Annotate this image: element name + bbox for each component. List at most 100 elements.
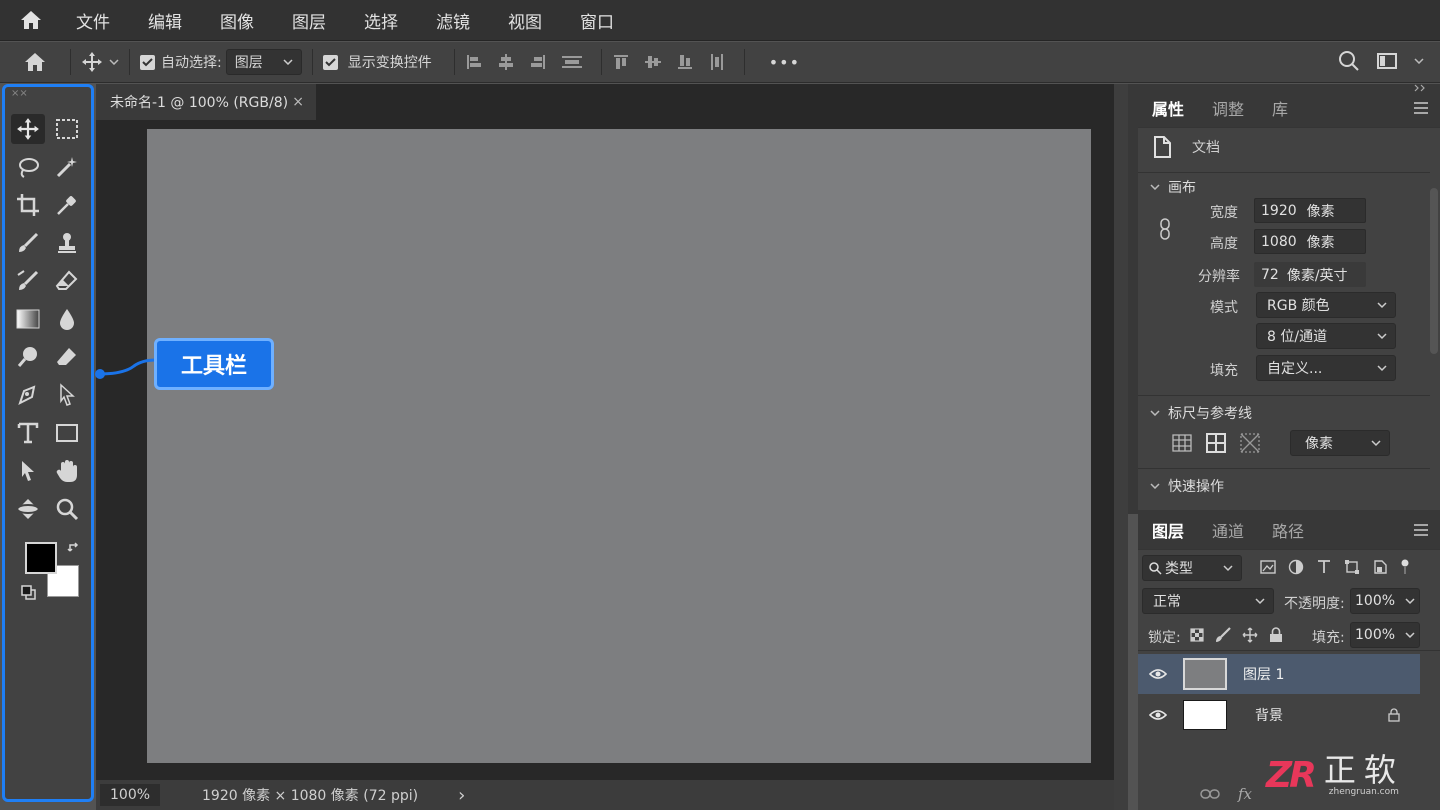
toolbar-collapse[interactable]: ×× xyxy=(11,88,28,99)
guides-icon[interactable] xyxy=(1206,433,1226,453)
rulers-section-header[interactable]: 标尺与参考线 xyxy=(1150,403,1252,423)
document-tab[interactable]: 未命名-1 @ 100% (RGB/8) × xyxy=(96,84,316,120)
menu-edit[interactable]: 编辑 xyxy=(148,8,182,33)
lock-position-icon[interactable] xyxy=(1242,627,1258,643)
opacity-field[interactable]: 100% xyxy=(1350,588,1420,614)
menu-window[interactable]: 窗口 xyxy=(580,8,614,33)
workspace-icon[interactable] xyxy=(1376,51,1398,71)
hand-tool-icon[interactable] xyxy=(50,456,84,486)
type-filter-icon[interactable] xyxy=(1316,559,1332,575)
history-brush-tool-icon[interactable] xyxy=(11,266,45,296)
quick-actions-header[interactable]: 快速操作 xyxy=(1150,476,1224,496)
link-icon[interactable] xyxy=(1158,218,1172,240)
more-options-button[interactable]: ••• xyxy=(769,53,800,72)
mode-dropdown[interactable]: RGB 颜色 xyxy=(1256,292,1396,318)
home-icon[interactable] xyxy=(0,0,62,41)
search-icon[interactable] xyxy=(1338,50,1360,72)
height-field[interactable]: 1080 像素 xyxy=(1254,229,1366,254)
fill-dropdown[interactable]: 自定义... xyxy=(1256,355,1396,381)
show-transform-checkbox[interactable] xyxy=(322,54,338,70)
zoom-field[interactable]: 100% xyxy=(100,784,160,806)
auto-select-dropdown[interactable]: 图层 xyxy=(225,49,302,75)
default-colors-icon[interactable] xyxy=(21,585,37,601)
tab-paths[interactable]: 路径 xyxy=(1258,518,1318,542)
align-bottom-icon[interactable] xyxy=(676,53,694,71)
status-arrow-icon[interactable]: › xyxy=(458,785,465,806)
foreground-color-swatch[interactable] xyxy=(25,542,57,574)
zoom-tool-icon[interactable] xyxy=(50,494,84,524)
menu-filter[interactable]: 滤镜 xyxy=(436,8,470,33)
direct-selection-tool-icon[interactable] xyxy=(11,456,45,486)
distribute-icon[interactable] xyxy=(561,53,583,71)
rectangle-tool-icon[interactable] xyxy=(50,418,84,448)
layer-row[interactable]: 图层 1 xyxy=(1138,654,1420,694)
stamp-tool-icon[interactable] xyxy=(50,228,84,258)
align-left-icon[interactable] xyxy=(465,53,483,71)
smart-guides-icon[interactable] xyxy=(1240,433,1260,453)
menu-file[interactable]: 文件 xyxy=(76,8,110,33)
path-selection-tool-icon[interactable] xyxy=(50,380,84,410)
filter-toggle-icon[interactable] xyxy=(1400,559,1410,575)
eye-icon[interactable] xyxy=(1149,668,1167,680)
resolution-field[interactable]: 72 像素/英寸 xyxy=(1254,262,1366,287)
shape-filter-icon[interactable] xyxy=(1344,559,1360,575)
marquee-tool-icon[interactable] xyxy=(50,114,84,144)
collapse-panels-icon[interactable] xyxy=(1414,84,1428,92)
tab-channels[interactable]: 通道 xyxy=(1198,518,1258,542)
align-center-icon[interactable] xyxy=(497,53,515,71)
type-tool-icon[interactable] xyxy=(11,418,45,448)
layer-row[interactable]: 背景 xyxy=(1138,695,1420,735)
distribute-vertical-icon[interactable] xyxy=(708,53,726,71)
lock-all-icon[interactable] xyxy=(1269,627,1283,643)
chevron-down-icon[interactable] xyxy=(1414,58,1424,64)
lock-pixels-icon[interactable] xyxy=(1215,627,1231,643)
blend-mode-dropdown[interactable]: 正常 xyxy=(1142,588,1274,614)
move-tool-icon[interactable] xyxy=(11,114,45,144)
dodge-tool-icon[interactable] xyxy=(11,342,45,372)
3d-rotate-tool-icon[interactable] xyxy=(11,494,45,524)
tab-adjustments[interactable]: 调整 xyxy=(1198,96,1258,120)
tab-layers[interactable]: 图层 xyxy=(1138,518,1198,542)
canvas[interactable] xyxy=(147,129,1091,763)
eye-icon[interactable] xyxy=(1149,709,1167,721)
eraser-tool-icon[interactable] xyxy=(50,266,84,296)
menu-image[interactable]: 图像 xyxy=(220,8,254,33)
move-tool-preset[interactable] xyxy=(81,51,119,73)
gradient-tool-icon[interactable] xyxy=(11,304,45,334)
grid-icon[interactable] xyxy=(1172,434,1192,452)
pixel-filter-icon[interactable] xyxy=(1260,560,1276,574)
tab-properties[interactable]: 属性 xyxy=(1138,96,1198,120)
align-right-icon[interactable] xyxy=(529,53,547,71)
fx-icon[interactable]: fx xyxy=(1238,785,1252,803)
link-layers-icon[interactable] xyxy=(1200,788,1220,800)
tab-libraries[interactable]: 库 xyxy=(1258,96,1302,120)
lasso-tool-icon[interactable] xyxy=(11,152,45,182)
menu-layer[interactable]: 图层 xyxy=(292,8,326,33)
home-icon[interactable] xyxy=(0,52,70,72)
magic-wand-tool-icon[interactable] xyxy=(50,152,84,182)
rulers-unit-dropdown[interactable]: 像素 xyxy=(1290,430,1390,456)
swap-colors-icon[interactable] xyxy=(67,541,81,555)
eraser-alt-tool-icon[interactable] xyxy=(50,342,84,372)
bit-depth-dropdown[interactable]: 8 位/通道 xyxy=(1256,323,1396,349)
smart-object-filter-icon[interactable] xyxy=(1372,559,1388,575)
close-icon[interactable]: × xyxy=(292,94,304,110)
panel-menu-icon[interactable] xyxy=(1414,102,1428,114)
adjustment-filter-icon[interactable] xyxy=(1288,559,1304,575)
canvas-section-header[interactable]: 画布 xyxy=(1150,177,1196,197)
pen-tool-icon[interactable] xyxy=(11,380,45,410)
panel-menu-icon[interactable] xyxy=(1414,524,1428,536)
crop-tool-icon[interactable] xyxy=(11,190,45,220)
align-top-icon[interactable] xyxy=(612,53,630,71)
menu-view[interactable]: 视图 xyxy=(508,8,542,33)
auto-select-checkbox[interactable] xyxy=(140,54,155,70)
vertical-scrollbar[interactable] xyxy=(1114,84,1128,810)
width-field[interactable]: 1920 像素 xyxy=(1254,198,1366,223)
fill-opacity-field[interactable]: 100% xyxy=(1350,622,1420,648)
properties-scrollbar[interactable] xyxy=(1430,188,1438,354)
blur-tool-icon[interactable] xyxy=(50,304,84,334)
layer-filter-dropdown[interactable]: 类型 xyxy=(1142,555,1242,581)
align-middle-icon[interactable] xyxy=(644,53,662,71)
menu-select[interactable]: 选择 xyxy=(364,8,398,33)
lock-transparent-icon[interactable] xyxy=(1190,628,1204,642)
